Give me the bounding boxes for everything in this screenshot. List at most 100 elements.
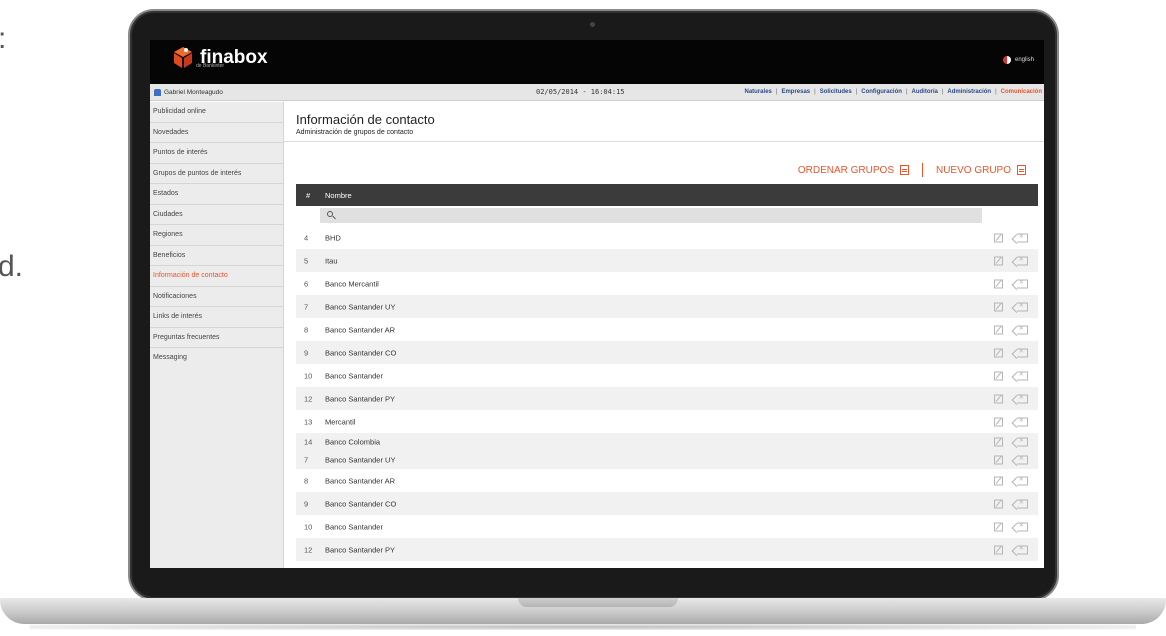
delete-icon[interactable]	[1017, 415, 1028, 426]
sidebar-item-estados[interactable]: Estados	[150, 184, 283, 205]
nav-solicitudes[interactable]: Solicitudes	[820, 89, 852, 95]
language-label: english	[1014, 57, 1034, 63]
delete-icon[interactable]	[1017, 231, 1028, 242]
column-number[interactable]: #	[306, 191, 310, 200]
row-name: BHD	[325, 233, 341, 242]
nav-separator: |	[855, 89, 858, 95]
delete-icon[interactable]	[1017, 392, 1028, 403]
delete-icon[interactable]	[1017, 497, 1028, 508]
table-body: 4 BHD 5 Itau 6 Banco Mercantil 7 Banco Santa…	[296, 226, 1038, 561]
edit-icon[interactable]	[994, 348, 1003, 357]
row-name: Mercantil	[325, 417, 356, 426]
nav-configuracion[interactable]: Configuración	[861, 89, 902, 95]
edit-icon[interactable]	[994, 279, 1003, 288]
table-row[interactable]: 8 Banco Santander AR	[296, 469, 1038, 492]
column-name[interactable]: Nombre	[325, 191, 352, 200]
nav-administracion[interactable]: Administración	[947, 89, 991, 95]
table-row[interactable]: 8 Banco Santander AR	[296, 318, 1038, 341]
sidebar-item-grupos-de-puntos[interactable]: Grupos de puntos de interés	[150, 164, 283, 184]
sidebar-item-puntos-de-interes[interactable]: Puntos de interés	[150, 143, 283, 164]
row-name: Banco Santander CO	[325, 348, 397, 357]
delete-icon[interactable]	[1017, 520, 1028, 531]
delete-icon[interactable]	[1017, 254, 1028, 265]
row-number: 10	[304, 522, 313, 531]
table-row[interactable]: 9 Banco Santander CO	[296, 492, 1038, 515]
language-selector[interactable]: english	[1002, 56, 1034, 64]
nav-naturales[interactable]: Naturales	[745, 89, 772, 95]
row-number: 5	[304, 256, 309, 265]
row-number: 13	[304, 417, 313, 426]
search-icon	[327, 211, 333, 217]
nav-comunicacion[interactable]: Comunicación	[1001, 89, 1042, 95]
edit-icon[interactable]	[994, 417, 1003, 426]
nav-auditoria[interactable]: Auditoría	[912, 89, 938, 95]
edit-icon[interactable]	[994, 233, 1003, 242]
new-group-button[interactable]: NUEVO GRUPO	[936, 165, 1011, 176]
sidebar-item-beneficios[interactable]: Beneficios	[150, 246, 283, 266]
table-row[interactable]: 13 Mercantil	[296, 410, 1038, 433]
sidebar-item-messaging[interactable]: Messaging	[150, 348, 283, 369]
edit-icon[interactable]	[994, 499, 1003, 508]
table-row[interactable]: 10 Banco Santander	[296, 364, 1038, 387]
row-number: 6	[304, 279, 309, 288]
user-icon	[154, 89, 161, 96]
table-row[interactable]: 12 Banco Santander PY	[296, 387, 1038, 410]
sidebar-item-ciudades[interactable]: Ciudades	[150, 205, 283, 225]
edit-icon[interactable]	[994, 302, 1003, 311]
table-row[interactable]: 12 Banco Santander PY	[296, 538, 1038, 561]
row-name: Banco Mercantil	[325, 279, 379, 288]
edit-icon[interactable]	[994, 371, 1003, 380]
sidebar-item-informacion-de-contacto[interactable]: Información de contacto	[150, 266, 283, 287]
main-content: Información de contacto Administración d…	[284, 102, 1044, 568]
datetime: 02/05/2014 - 16:04:15	[536, 88, 625, 96]
sidebar-item-novedades[interactable]: Novedades	[150, 123, 283, 143]
edit-icon[interactable]	[994, 522, 1003, 531]
edit-icon[interactable]	[994, 545, 1003, 554]
sidebar-item-links-de-interes[interactable]: Links de interés	[150, 307, 283, 328]
edit-icon[interactable]	[994, 394, 1003, 403]
delete-icon[interactable]	[1017, 323, 1028, 334]
delete-icon[interactable]	[1017, 300, 1028, 311]
sidebar-item-publicidad-online[interactable]: Publicidad online	[150, 102, 283, 123]
row-number: 10	[304, 371, 313, 380]
row-number: 12	[304, 394, 313, 403]
delete-icon[interactable]	[1017, 543, 1028, 554]
user-info[interactable]: Gabriel Monteagudo	[154, 89, 223, 96]
nav-empresas[interactable]: Empresas	[781, 89, 810, 95]
laptop-shadow	[30, 624, 1136, 630]
sidebar-item-notificaciones[interactable]: Notificaciones	[150, 287, 283, 307]
delete-icon[interactable]	[1017, 436, 1028, 447]
table-row[interactable]: 6 Banco Mercantil	[296, 272, 1038, 295]
laptop-notch	[518, 598, 678, 607]
edit-icon[interactable]	[994, 455, 1003, 465]
row-number: 9	[304, 348, 309, 357]
delete-icon[interactable]	[1017, 369, 1028, 380]
order-groups-button[interactable]: ORDENAR GRUPOS	[798, 165, 894, 176]
table-row[interactable]: 7 Banco Santander UY	[296, 295, 1038, 318]
table-row[interactable]: 14 Banco Colombia	[296, 433, 1038, 451]
sidebar-item-preguntas-frecuentes[interactable]: Preguntas frecuentes	[150, 328, 283, 348]
search-input[interactable]	[320, 208, 982, 223]
table-row[interactable]: 9 Banco Santander CO	[296, 341, 1038, 364]
delete-icon[interactable]	[1017, 454, 1028, 465]
table-row[interactable]: 4 BHD	[296, 226, 1038, 249]
sidebar-item-regiones[interactable]: Regiones	[150, 225, 283, 246]
delete-icon[interactable]	[1017, 474, 1028, 485]
background-text-2: d.	[0, 250, 24, 283]
top-bar: finabox de Bankinter english	[150, 40, 1044, 84]
table-row[interactable]: 5 Itau	[296, 249, 1038, 272]
sidebar: Publicidad online Novedades Puntos de in…	[150, 102, 284, 568]
edit-icon[interactable]	[994, 437, 1003, 447]
table-row[interactable]: 7 Banco Santander UY	[296, 451, 1038, 469]
action-separator	[921, 163, 923, 177]
delete-icon[interactable]	[1017, 346, 1028, 357]
sub-bar: Gabriel Monteagudo 02/05/2014 - 16:04:15…	[150, 84, 1044, 101]
edit-icon[interactable]	[994, 476, 1003, 485]
edit-icon[interactable]	[994, 325, 1003, 334]
row-number: 8	[304, 325, 309, 334]
delete-icon[interactable]	[1017, 277, 1028, 288]
order-icon[interactable]	[899, 165, 909, 175]
new-icon[interactable]	[1017, 165, 1026, 175]
edit-icon[interactable]	[994, 256, 1003, 265]
table-row[interactable]: 10 Banco Santander	[296, 515, 1038, 538]
